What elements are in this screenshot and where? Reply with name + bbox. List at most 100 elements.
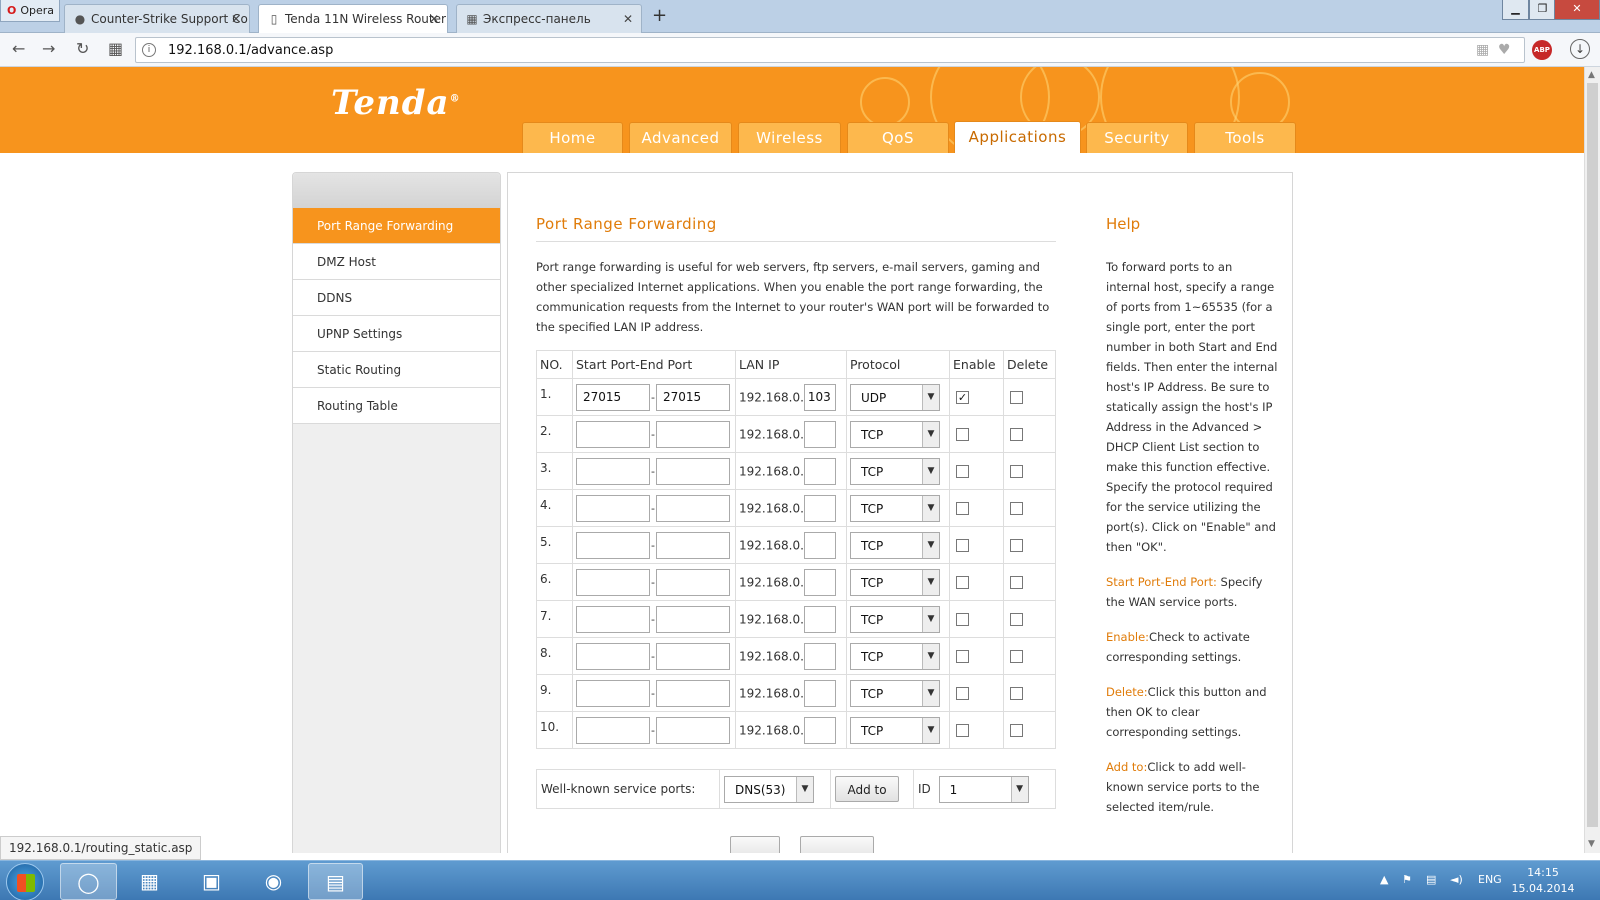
enable-checkbox[interactable] — [956, 465, 969, 478]
tab-counter-strike[interactable]: ● Counter-Strike Support Co ✕ — [64, 4, 250, 33]
enable-checkbox[interactable] — [956, 613, 969, 626]
delete-checkbox[interactable] — [1010, 391, 1023, 404]
maximize-button[interactable]: ❐ — [1529, 0, 1556, 20]
lan-ip-input[interactable]: 103 — [803, 383, 836, 411]
tab-tenda-router[interactable]: ▯ Tenda 11N Wireless Router ✕ — [258, 4, 448, 34]
ok-button[interactable] — [730, 836, 780, 853]
enable-checkbox[interactable] — [956, 724, 969, 737]
taskbar-control-panel[interactable]: ▣ — [184, 863, 239, 900]
delete-checkbox[interactable] — [1010, 539, 1023, 552]
sidebar-item-ddns[interactable]: DDNS — [293, 280, 500, 316]
flag-icon[interactable]: ⚑ — [1402, 873, 1412, 886]
tab-qos[interactable]: QoS — [847, 122, 949, 153]
lan-ip-input[interactable] — [803, 420, 836, 448]
delete-checkbox[interactable] — [1010, 502, 1023, 515]
sidebar-item-port-range-forwarding[interactable]: Port Range Forwarding — [293, 208, 500, 244]
lan-ip-input[interactable] — [803, 494, 836, 522]
lan-ip-input[interactable] — [803, 642, 836, 670]
enable-checkbox[interactable] — [956, 502, 969, 515]
tab-close-icon[interactable]: ✕ — [623, 12, 633, 26]
start-port-input[interactable]: 27015 — [576, 383, 650, 411]
enable-checkbox[interactable] — [956, 576, 969, 589]
end-port-input[interactable] — [656, 679, 730, 707]
end-port-input[interactable] — [656, 494, 730, 522]
protocol-select[interactable]: TCP ▼ — [850, 420, 940, 448]
delete-checkbox[interactable] — [1010, 428, 1023, 441]
enable-checkbox[interactable]: ✓ — [956, 391, 969, 404]
sidebar-item-dmz-host[interactable]: DMZ Host — [293, 244, 500, 280]
scrollbar-thumb[interactable] — [1587, 83, 1598, 827]
protocol-select[interactable]: TCP ▼ — [850, 605, 940, 633]
end-port-input[interactable] — [656, 457, 730, 485]
cancel-button[interactable] — [800, 836, 874, 853]
tab-wireless[interactable]: Wireless — [738, 122, 841, 153]
start-port-input[interactable] — [576, 679, 650, 707]
add-to-button[interactable]: Add to — [835, 776, 899, 802]
start-port-input[interactable] — [576, 605, 650, 633]
protocol-select[interactable]: TCP ▼ — [850, 679, 940, 707]
start-port-input[interactable] — [576, 494, 650, 522]
scroll-down-icon[interactable]: ▼ — [1588, 839, 1595, 849]
lan-ip-input[interactable] — [803, 531, 836, 559]
delete-checkbox[interactable] — [1010, 687, 1023, 700]
protocol-select[interactable]: TCP ▼ — [850, 716, 940, 744]
window-close-button[interactable]: ✕ — [1554, 0, 1600, 20]
delete-checkbox[interactable] — [1010, 576, 1023, 589]
start-port-input[interactable] — [576, 457, 650, 485]
start-port-input[interactable] — [576, 568, 650, 596]
scroll-up-icon[interactable]: ▲ — [1588, 70, 1595, 80]
end-port-input[interactable] — [656, 420, 730, 448]
protocol-select[interactable]: TCP ▼ — [850, 568, 940, 596]
reload-icon[interactable]: ↻ — [76, 39, 89, 58]
taskbar-opera[interactable]: ◯ — [60, 863, 117, 900]
delete-checkbox[interactable] — [1010, 724, 1023, 737]
volume-icon[interactable]: ◄) — [1450, 873, 1463, 886]
protocol-select[interactable]: TCP ▼ — [850, 457, 940, 485]
tab-speed-dial[interactable]: ▦ Экспресс-панель ✕ — [456, 4, 642, 33]
sidebar-item-routing-table[interactable]: Routing Table — [293, 388, 500, 424]
enable-checkbox[interactable] — [956, 687, 969, 700]
minimize-button[interactable]: ▁ — [1502, 0, 1529, 20]
end-port-input[interactable] — [656, 642, 730, 670]
start-port-input[interactable] — [576, 716, 650, 744]
enable-checkbox[interactable] — [956, 539, 969, 552]
sidebar-item-upnp-settings[interactable]: UPNP Settings — [293, 316, 500, 352]
tab-close-icon[interactable]: ✕ — [231, 12, 241, 26]
lan-ip-input[interactable] — [803, 457, 836, 485]
site-info-icon[interactable]: i — [142, 43, 156, 57]
taskbar-calculator[interactable]: ▦ — [122, 863, 177, 900]
opera-menu-button[interactable]: O Opera — [0, 0, 60, 22]
protocol-select[interactable]: TCP ▼ — [850, 531, 940, 559]
lan-ip-input[interactable] — [803, 568, 836, 596]
tab-tools[interactable]: Tools — [1194, 122, 1296, 153]
tab-home[interactable]: Home — [522, 122, 623, 153]
speed-dial-add-icon[interactable]: ▦ — [1476, 42, 1489, 58]
new-tab-button[interactable]: + — [652, 5, 667, 26]
delete-checkbox[interactable] — [1010, 465, 1023, 478]
download-icon[interactable]: ↓ — [1570, 39, 1590, 59]
heart-icon[interactable]: ♥ — [1498, 42, 1511, 58]
speed-dial-icon[interactable]: ▦ — [108, 39, 123, 58]
tray-expand-icon[interactable]: ▲ — [1380, 873, 1388, 886]
lan-ip-input[interactable] — [803, 716, 836, 744]
taskbar-explorer[interactable]: ▤ — [308, 863, 363, 900]
tab-applications[interactable]: Applications — [954, 121, 1081, 153]
end-port-input[interactable] — [656, 531, 730, 559]
start-port-input[interactable] — [576, 642, 650, 670]
forward-icon[interactable]: → — [42, 39, 55, 58]
tab-close-icon[interactable]: ✕ — [429, 12, 439, 26]
start-port-input[interactable] — [576, 420, 650, 448]
lan-ip-input[interactable] — [803, 679, 836, 707]
protocol-select[interactable]: TCP ▼ — [850, 642, 940, 670]
end-port-input[interactable]: 27015 — [656, 383, 730, 411]
start-button[interactable] — [6, 863, 44, 900]
id-select[interactable]: 1 ▼ — [938, 775, 1029, 803]
system-clock[interactable]: 14:15 15.04.2014 — [1503, 865, 1583, 897]
taskbar-chrome[interactable]: ◉ — [246, 863, 301, 900]
network-icon[interactable]: ▤ — [1426, 873, 1436, 886]
protocol-select[interactable]: UDP ▼ — [850, 383, 940, 411]
page-scrollbar[interactable]: ▲ ▼ — [1584, 67, 1600, 853]
tab-security[interactable]: Security — [1086, 122, 1188, 153]
end-port-input[interactable] — [656, 605, 730, 633]
start-port-input[interactable] — [576, 531, 650, 559]
